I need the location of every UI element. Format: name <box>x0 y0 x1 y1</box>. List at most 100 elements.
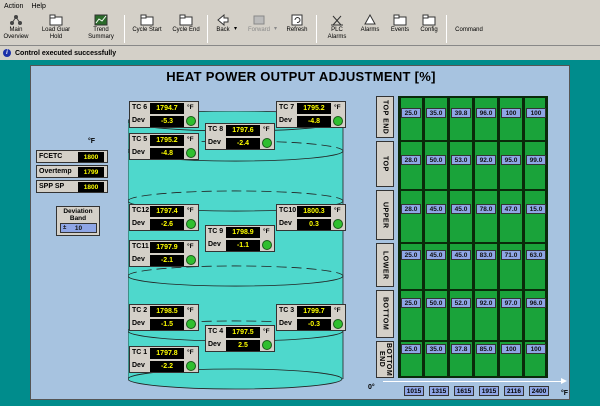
thermocouple-tc11: TC11 1797.9 °F Dev -2.1 <box>129 240 199 267</box>
axis-start-label: 0° <box>368 384 375 391</box>
power-output-cell[interactable]: 25.0 <box>401 250 421 260</box>
refresh-button[interactable]: Refresh <box>282 13 312 45</box>
power-output-cell[interactable]: 28.0 <box>401 204 421 214</box>
refresh-icon <box>290 14 304 26</box>
trend-icon <box>94 14 108 26</box>
tc-unit: °F <box>263 328 270 335</box>
trend-summary-button[interactable]: Trend Summary <box>84 13 118 45</box>
status-led-icon <box>333 319 343 329</box>
folder-icon <box>49 14 63 26</box>
setpoint-value: 1800 <box>78 152 104 162</box>
bell-icon <box>363 14 377 26</box>
toolbar-separator <box>124 15 125 43</box>
grid-column-line <box>447 96 450 378</box>
power-output-cell[interactable]: 100 <box>526 108 546 118</box>
power-output-cell[interactable]: 50.0 <box>426 298 446 308</box>
zone-bottom: BOTTOM <box>376 290 394 338</box>
forward-label: Forward <box>247 27 270 33</box>
temperature-breakpoint[interactable]: 2116 <box>504 386 524 396</box>
power-output-cell[interactable]: 99.0 <box>526 155 546 165</box>
main-overview-button[interactable]: Main Overview <box>2 13 30 45</box>
toolbar-separator <box>446 15 447 43</box>
menu-action[interactable]: Action <box>4 3 23 10</box>
forward-button[interactable]: Forward <box>244 13 274 45</box>
setpoint-row-spp-sp: SPP SP 1800 <box>36 180 108 193</box>
temperature-breakpoint[interactable]: 1315 <box>429 386 449 396</box>
thermocouple-tc5: TC 5 1795.2 °F Dev -4.8 <box>129 133 199 160</box>
events-button[interactable]: Events <box>386 13 414 45</box>
power-output-cell[interactable]: 47.0 <box>501 204 521 214</box>
power-output-cell[interactable]: 100 <box>526 344 546 354</box>
power-output-cell[interactable]: 96.0 <box>476 108 496 118</box>
back-button[interactable]: Back <box>212 13 234 45</box>
tc-dev-label: Dev <box>208 341 221 348</box>
back-label: Back <box>216 27 230 33</box>
grid-row-line <box>398 242 548 244</box>
config-button[interactable]: Config <box>416 13 442 45</box>
power-output-cell[interactable]: 83.0 <box>476 250 496 260</box>
alarms-button[interactable]: Alarms <box>356 13 384 45</box>
power-output-cell[interactable]: 45.0 <box>426 250 446 260</box>
cycle-end-button[interactable]: Cycle End <box>168 13 204 45</box>
temperature-breakpoint[interactable]: 2400 <box>529 386 549 396</box>
grid-column-line <box>545 96 548 378</box>
power-output-cell[interactable]: 25.0 <box>401 298 421 308</box>
tc-temp: 1797.9 <box>150 242 184 253</box>
grid-column-line <box>497 96 500 378</box>
tc-temp: 1798.5 <box>150 306 184 317</box>
back-dropdown-icon[interactable]: ▾ <box>234 25 237 32</box>
tc-dev-label: Dev <box>132 220 145 227</box>
temperature-breakpoint[interactable]: 1015 <box>404 386 424 396</box>
cycle-start-button[interactable]: Cycle Start <box>128 13 166 45</box>
status-text: Control executed successfully <box>15 49 117 57</box>
status-led-icon <box>333 219 343 229</box>
zone-top: TOP <box>376 141 394 187</box>
power-output-cell[interactable]: 50.0 <box>426 155 446 165</box>
load-guar-hold-button[interactable]: Load Guar Hold <box>36 13 76 45</box>
tc-name: TC11 <box>132 243 149 250</box>
deviation-band-label: Deviation Band <box>63 208 93 222</box>
temperature-breakpoint[interactable]: 1915 <box>479 386 499 396</box>
power-output-cell[interactable]: 92.0 <box>476 155 496 165</box>
power-output-cell[interactable]: 39.8 <box>451 108 471 118</box>
power-output-cell[interactable]: 28.0 <box>401 155 421 165</box>
plc-alarms-button[interactable]: PLC Alarms <box>322 13 352 45</box>
power-output-cell[interactable]: 71.0 <box>501 250 521 260</box>
tc-name: TC10 <box>279 207 297 214</box>
menu-help[interactable]: Help <box>31 3 45 10</box>
power-output-cell[interactable]: 78.0 <box>476 204 496 214</box>
status-led-icon <box>186 148 196 158</box>
power-output-cell[interactable]: 100 <box>501 108 521 118</box>
power-output-cell[interactable]: 45.0 <box>451 204 471 214</box>
temperature-breakpoint[interactable]: 1615 <box>454 386 474 396</box>
power-output-cell[interactable]: 15.0 <box>526 204 546 214</box>
forward-dropdown-icon[interactable]: ▾ <box>274 25 277 32</box>
tc-name: TC 4 <box>208 328 224 335</box>
toolbar: Main Overview Load Guar Hold Trend Summa… <box>0 12 600 46</box>
power-output-cell[interactable]: 45.0 <box>451 250 471 260</box>
zone-label: TOP END <box>381 99 389 135</box>
power-output-cell[interactable]: 45.0 <box>426 204 446 214</box>
zone-label: BOTTOM <box>381 297 389 331</box>
power-output-cell[interactable]: 63.0 <box>526 250 546 260</box>
setpoint-row-overtemp: Overtemp 1799 <box>36 165 108 178</box>
command-button[interactable]: Command <box>452 13 486 45</box>
power-output-cell[interactable]: 95.0 <box>501 155 521 165</box>
power-output-cell[interactable]: 100 <box>501 344 521 354</box>
grid-row-line <box>398 96 548 98</box>
power-output-cell[interactable]: 25.0 <box>401 344 421 354</box>
power-output-cell[interactable]: 52.0 <box>451 298 471 308</box>
power-output-cell[interactable]: 35.0 <box>426 344 446 354</box>
command-icon <box>462 14 476 26</box>
power-output-cell[interactable]: 85.0 <box>476 344 496 354</box>
grid-row-line <box>398 340 548 342</box>
power-output-cell[interactable]: 92.0 <box>476 298 496 308</box>
cycle-end-label: Cycle End <box>172 27 200 33</box>
power-output-cell[interactable]: 53.0 <box>451 155 471 165</box>
deviation-band-input[interactable]: ± 10 <box>60 223 97 233</box>
power-output-cell[interactable]: 97.0 <box>501 298 521 308</box>
power-output-cell[interactable]: 35.0 <box>426 108 446 118</box>
power-output-cell[interactable]: 25.0 <box>401 108 421 118</box>
power-output-cell[interactable]: 37.8 <box>451 344 471 354</box>
power-output-cell[interactable]: 96.0 <box>526 298 546 308</box>
